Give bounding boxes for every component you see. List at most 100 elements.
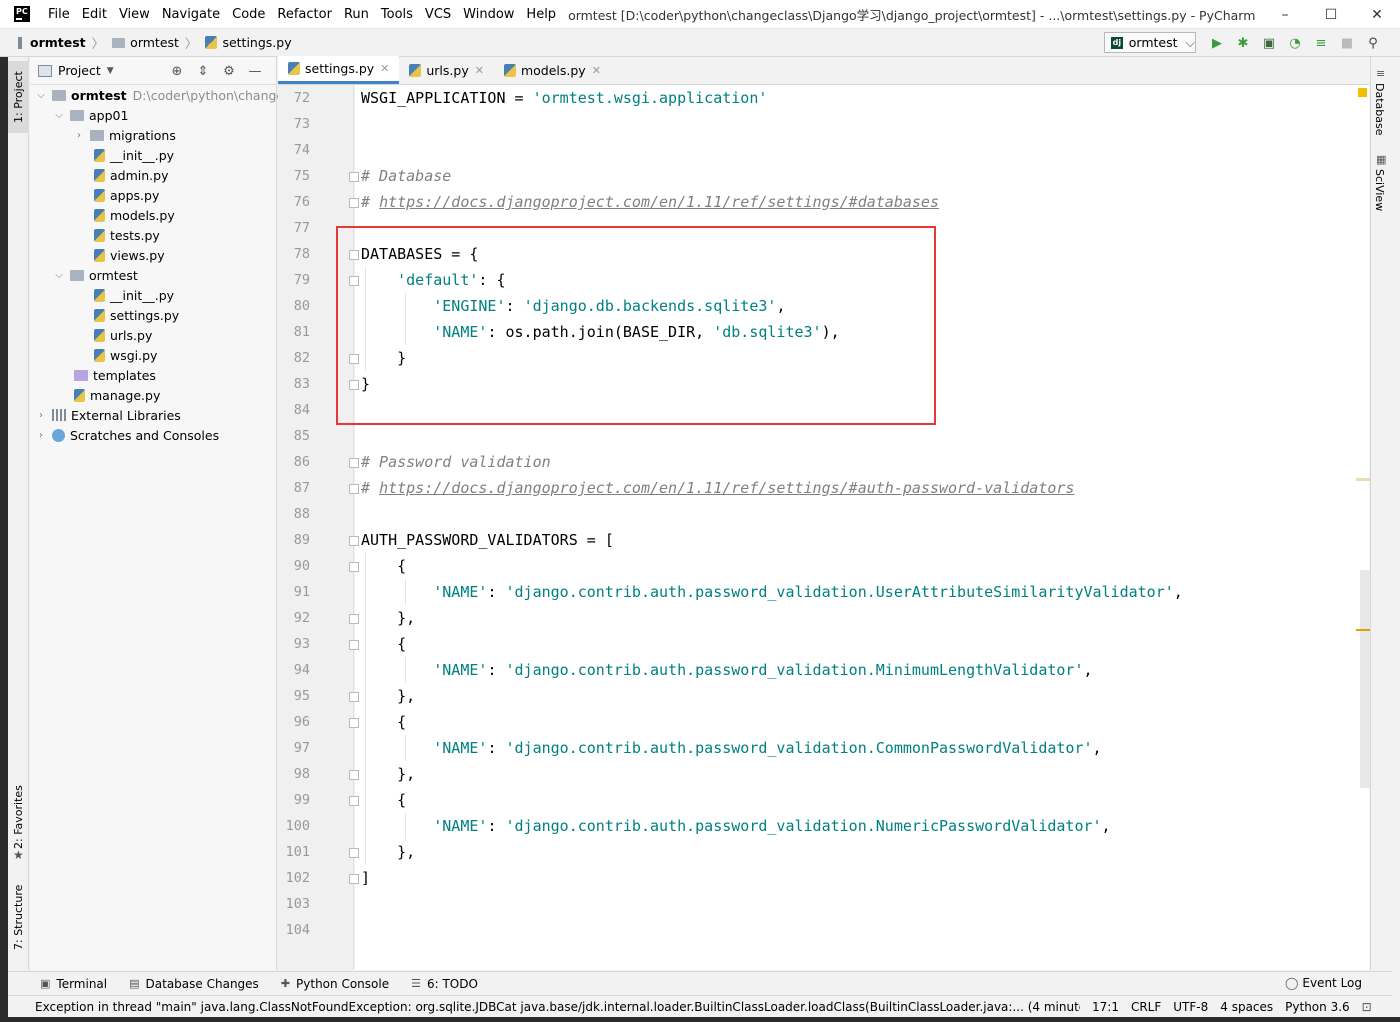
tree-item-urls[interactable]: urls.py (94, 325, 152, 345)
tree-item-tests[interactable]: tests.py (94, 225, 160, 245)
docs-link[interactable]: https://docs.djangoproject.com/en/1.11/r… (379, 479, 1074, 497)
stop-icon[interactable]: ■ (1334, 33, 1360, 53)
fold-marker-icon[interactable] (349, 614, 359, 624)
tree-item-views[interactable]: views.py (94, 245, 165, 265)
tab-database[interactable]: Database (1373, 83, 1386, 136)
fold-marker-icon[interactable] (349, 562, 359, 572)
maximize-button[interactable]: ☐ (1308, 0, 1354, 29)
fold-marker-icon[interactable] (349, 198, 359, 208)
fold-marker-icon[interactable] (349, 536, 359, 546)
tab-settings-py[interactable]: settings.py ✕ (278, 56, 400, 84)
caret-position[interactable]: 17:1 (1092, 1000, 1119, 1014)
chevron-down-icon[interactable]: ▼ (107, 66, 114, 76)
fold-marker-icon[interactable] (349, 484, 359, 494)
tree-item-manage[interactable]: manage.py (74, 385, 160, 405)
minimize-button[interactable]: – (1262, 0, 1308, 29)
fold-marker-icon[interactable] (349, 770, 359, 780)
close-icon[interactable]: ✕ (380, 62, 389, 75)
menu-refactor[interactable]: Refactor (271, 0, 338, 29)
concurrency-icon[interactable]: ≡ (1308, 33, 1334, 53)
gear-icon[interactable]: ⚙ (216, 61, 242, 81)
tree-item-admin[interactable]: admin.py (94, 165, 168, 185)
scroll-marker[interactable] (1356, 629, 1370, 631)
debug-icon[interactable]: ✱ (1230, 33, 1256, 53)
tool-database-changes[interactable]: ▤ Database Changes (129, 977, 259, 991)
tab-models-py[interactable]: models.py ✕ (494, 56, 611, 84)
locate-icon[interactable]: ⊕ (164, 61, 190, 81)
breadcrumb-folder[interactable]: ormtest 〉 (104, 33, 197, 52)
close-icon[interactable]: ✕ (475, 64, 484, 77)
menu-code[interactable]: Code (226, 0, 271, 29)
menu-file[interactable]: File (42, 0, 76, 29)
menu-edit[interactable]: Edit (76, 0, 113, 29)
scroll-thumb[interactable] (1360, 570, 1370, 788)
tree-item-ormtest-pkg[interactable]: ⌵ ormtest (52, 265, 138, 285)
tab-label: models.py (520, 62, 586, 78)
tool-todo[interactable]: ☰ 6: TODO (411, 977, 478, 991)
menu-navigate[interactable]: Navigate (156, 0, 226, 29)
tool-event-log[interactable]: ◯ Event Log (1285, 976, 1362, 990)
run-icon[interactable]: ▶ (1204, 33, 1230, 53)
tree-item-app01[interactable]: ⌵ app01 (52, 105, 128, 125)
tool-terminal[interactable]: ▣ Terminal (40, 977, 107, 991)
collapse-all-icon[interactable]: ⇕ (190, 61, 216, 81)
tab-project[interactable]: 1: Project (8, 61, 29, 133)
menu-tools[interactable]: Tools (375, 0, 419, 29)
close-icon[interactable]: ✕ (592, 64, 601, 77)
docs-link[interactable]: https://docs.djangoproject.com/en/1.11/r… (379, 193, 939, 211)
menu-vcs[interactable]: VCS (419, 0, 457, 29)
profile-icon[interactable]: ◔ (1282, 33, 1308, 53)
project-view-select[interactable]: Project (58, 63, 101, 78)
tree-item-scratches[interactable]: › Scratches and Consoles (34, 425, 219, 445)
file-encoding[interactable]: UTF-8 (1173, 1000, 1208, 1014)
search-icon[interactable]: ⚲ (1360, 33, 1386, 53)
fold-marker-icon[interactable] (349, 848, 359, 858)
python-interpreter[interactable]: Python 3.6 (1285, 1000, 1350, 1014)
run-configuration-select[interactable]: dj ormtest ⌵ (1104, 32, 1196, 53)
fold-marker-icon[interactable] (349, 874, 359, 884)
tab-structure[interactable]: 7: Structure (8, 877, 29, 957)
tab-sciview[interactable]: SciView (1373, 169, 1386, 211)
line-number: 76 (293, 194, 310, 210)
fold-marker-icon[interactable] (349, 692, 359, 702)
tab-favorites[interactable]: 2: Favorites (8, 777, 29, 857)
line-number: 92 (293, 610, 310, 626)
line-number: 99 (293, 792, 310, 808)
fold-marker-icon[interactable] (349, 796, 359, 806)
tree-item-migrations[interactable]: › migrations (72, 125, 176, 145)
fold-marker-icon[interactable] (349, 718, 359, 728)
tree-root[interactable]: ⌵ ormtest D:\coder\python\changecl (34, 85, 294, 105)
tree-item-init-ormtest[interactable]: __init__.py (94, 285, 174, 305)
menu-run[interactable]: Run (338, 0, 375, 29)
lock-icon[interactable]: ⊡ (1362, 1000, 1372, 1014)
line-number: 91 (293, 584, 310, 600)
tab-urls-py[interactable]: urls.py ✕ (399, 56, 494, 84)
menu-help[interactable]: Help (520, 0, 562, 29)
line-separator[interactable]: CRLF (1131, 1000, 1161, 1014)
tree-item-models[interactable]: models.py (94, 205, 175, 225)
hide-icon[interactable]: — (242, 61, 268, 81)
scroll-marker[interactable] (1356, 478, 1370, 481)
tree-item-templates[interactable]: templates (74, 365, 156, 385)
fold-marker-icon[interactable] (349, 172, 359, 182)
tree-item-init-app01[interactable]: __init__.py (94, 145, 174, 165)
warning-marker-icon[interactable] (1358, 88, 1367, 97)
menu-window[interactable]: Window (457, 0, 520, 29)
python-file-icon (94, 208, 105, 222)
coverage-icon[interactable]: ▣ (1256, 33, 1282, 53)
editor-scrollbar[interactable] (1356, 85, 1370, 970)
tree-item-apps[interactable]: apps.py (94, 185, 159, 205)
fold-marker-icon[interactable] (349, 458, 359, 468)
close-button[interactable]: ✕ (1354, 0, 1400, 29)
main-menu: File Edit View Navigate Code Refactor Ru… (42, 0, 562, 29)
breadcrumb-file[interactable]: settings.py (197, 35, 292, 50)
tree-item-settings[interactable]: settings.py (94, 305, 179, 325)
status-message[interactable]: Exception in thread "main" java.lang.Cla… (35, 1000, 1080, 1014)
fold-marker-icon[interactable] (349, 640, 359, 650)
tree-item-wsgi[interactable]: wsgi.py (94, 345, 157, 365)
tree-item-external-libraries[interactable]: › External Libraries (34, 405, 181, 425)
menu-view[interactable]: View (113, 0, 156, 29)
tool-python-console[interactable]: ✚ Python Console (281, 977, 389, 991)
breadcrumb-project[interactable]: ormtest 〉 (0, 33, 104, 52)
indent-setting[interactable]: 4 spaces (1220, 1000, 1273, 1014)
